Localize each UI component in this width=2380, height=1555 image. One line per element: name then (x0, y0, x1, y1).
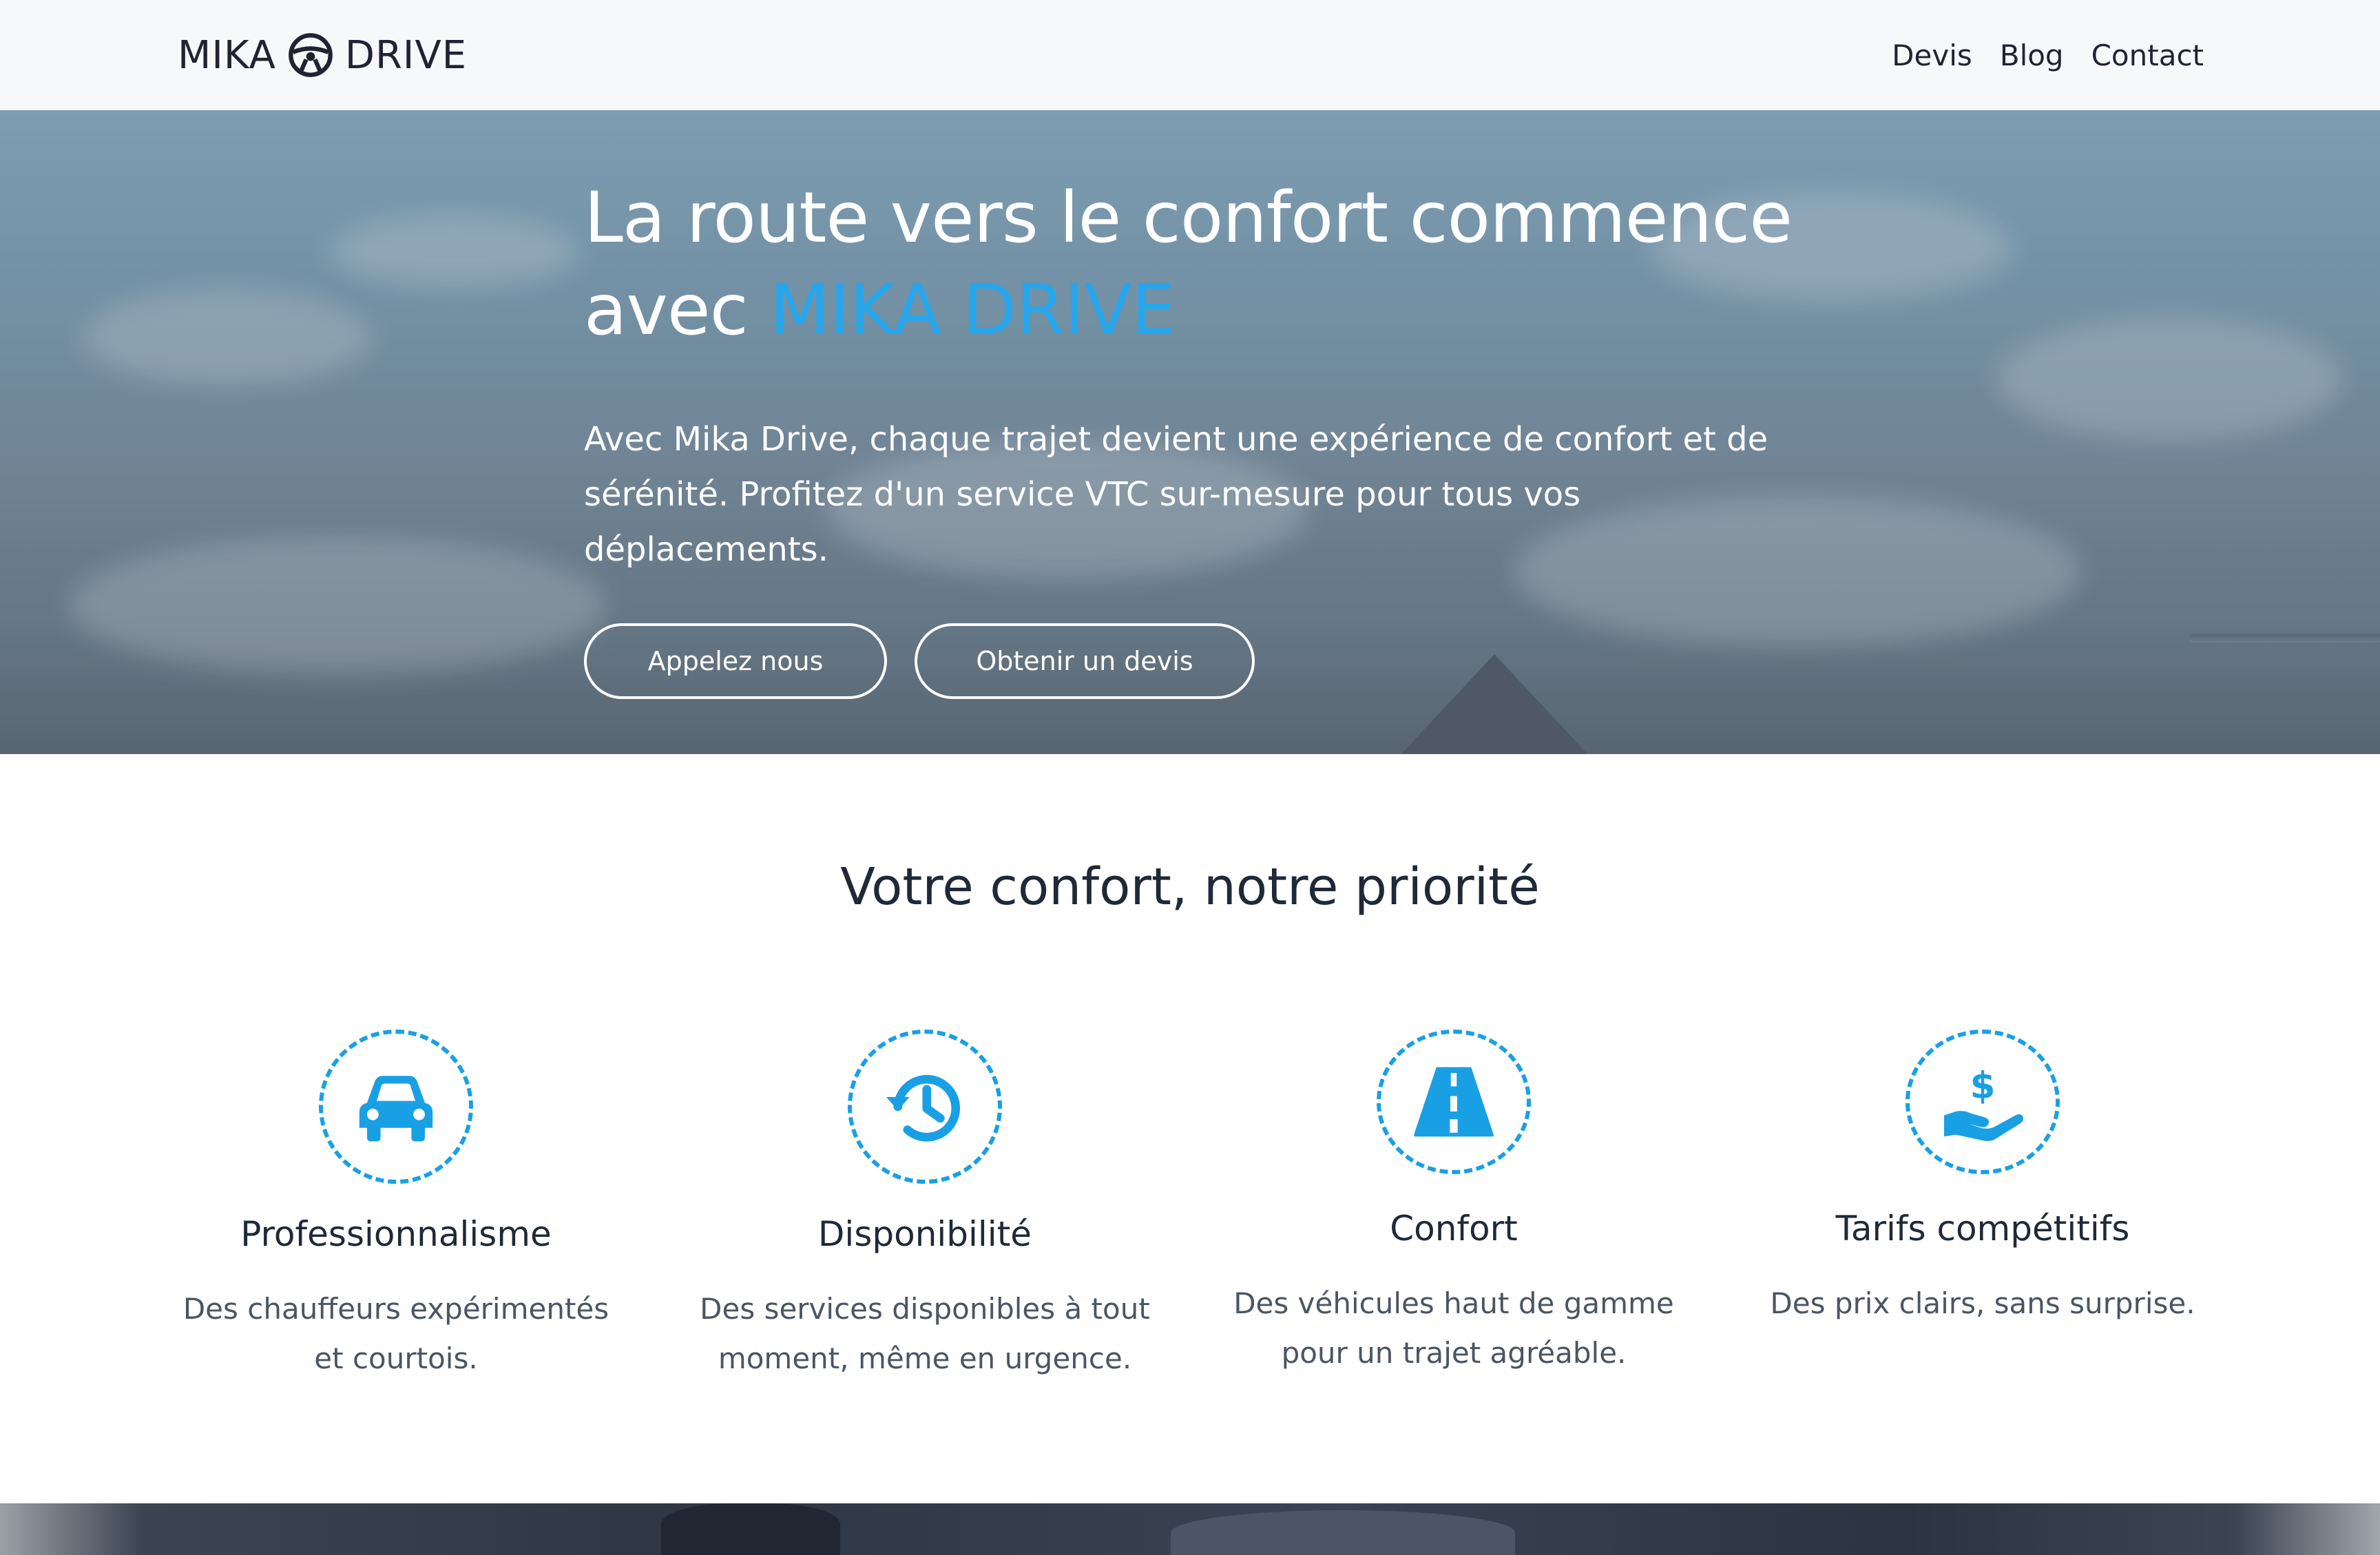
hero-description: Avec Mika Drive, chaque trajet devient u… (584, 420, 1768, 569)
hero-buttons: Appelez nous Obtenir un devis (584, 623, 1255, 699)
road-icon (1377, 1030, 1531, 1174)
logo-text-right: DRIVE (344, 32, 468, 78)
pyramid-shape (1398, 654, 1591, 754)
svg-text:$: $ (1970, 1064, 1995, 1107)
feature-card: $ Tarifs compétitifs Des prix clairs, sa… (1742, 1030, 2224, 1328)
nav-link-blog[interactable]: Blog (2000, 39, 2064, 72)
hand-dollar-icon: $ (1906, 1030, 2060, 1174)
car-icon (319, 1030, 473, 1184)
hero-title-main: La route vers le confort commence avec (584, 177, 1793, 351)
quote-button[interactable]: Obtenir un devis (915, 623, 1255, 699)
hero-title-accent: MIKA DRIVE (769, 269, 1176, 351)
feature-text: Des services disponibles à tout moment, … (700, 1292, 1150, 1375)
feature-text: Des prix clairs, sans surprise. (1770, 1286, 2195, 1320)
feature-text: Des chauffeurs expérimentés et courtois. (182, 1292, 609, 1375)
site-header: MIKA DRIVE Devis Blog Contact (0, 0, 2380, 110)
call-button[interactable]: Appelez nous (584, 623, 887, 699)
feature-title: Confort (1390, 1209, 1518, 1249)
feature-title: Tarifs compétitifs (1835, 1209, 2130, 1249)
hero-content: La route vers le confort commence avec M… (584, 172, 1824, 699)
crane-shape (2190, 640, 2380, 643)
feature-card: Disponibilité Des services disponibles à… (684, 1030, 1166, 1384)
steering-wheel-icon (287, 32, 334, 79)
features-title: Votre confort, notre priorité (840, 857, 1540, 917)
hero-banner: La route vers le confort commence avec M… (0, 110, 2380, 754)
bottom-banner-image (0, 1503, 2380, 1555)
nav-link-contact[interactable]: Contact (2091, 39, 2204, 72)
logo[interactable]: MIKA DRIVE (178, 28, 467, 83)
crane-shape (2190, 634, 2380, 638)
banner-shape (1171, 1510, 1515, 1555)
nav-link-devis[interactable]: Devis (1892, 39, 1972, 72)
logo-text-left: MIKA (178, 32, 276, 78)
feature-text: Des véhicules haut de gamme pour un traj… (1233, 1286, 1674, 1370)
banner-shape (661, 1503, 840, 1555)
feature-card: Confort Des véhicules haut de gamme pour… (1213, 1030, 1695, 1378)
feature-title: Professionnalisme (240, 1214, 552, 1254)
hero-title: La route vers le confort commence avec M… (584, 172, 1824, 357)
feature-title: Disponibilité (817, 1214, 1032, 1254)
history-clock-icon (848, 1030, 1002, 1184)
feature-card: Professionnalisme Des chauffeurs expérim… (155, 1030, 637, 1384)
main-nav: Devis Blog Contact (1892, 28, 2204, 83)
